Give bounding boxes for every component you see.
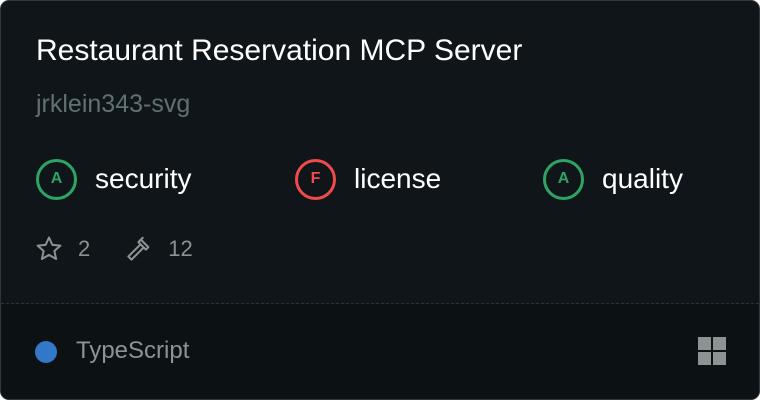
grade-label-security: security bbox=[95, 163, 192, 194]
hammer-icon bbox=[124, 234, 154, 264]
star-count: 2 bbox=[78, 236, 91, 261]
server-author[interactable]: jrklein343-svg bbox=[36, 90, 190, 119]
grade-label-license: license bbox=[354, 163, 442, 194]
tool-count: 12 bbox=[168, 236, 193, 261]
language-label: TypeScript bbox=[76, 337, 190, 364]
mcp-server-card[interactable]: Restaurant Reservation MCP Server jrklei… bbox=[0, 0, 760, 400]
grade-label-quality: quality bbox=[602, 163, 683, 194]
grade-badge-security: A bbox=[36, 158, 77, 200]
grade-license: F license bbox=[295, 156, 441, 202]
windows-grid-icon bbox=[698, 337, 726, 365]
star-icon bbox=[34, 234, 64, 264]
server-title[interactable]: Restaurant Reservation MCP Server bbox=[36, 34, 522, 68]
card-footer: TypeScript bbox=[1, 304, 759, 399]
grade-quality: A quality bbox=[543, 156, 683, 202]
stats-row: 2 12 bbox=[34, 233, 193, 265]
language-color-dot bbox=[35, 341, 57, 363]
grade-badge-quality: A bbox=[543, 158, 584, 200]
grade-badge-license: F bbox=[295, 158, 336, 200]
grade-security: A security bbox=[36, 156, 191, 202]
